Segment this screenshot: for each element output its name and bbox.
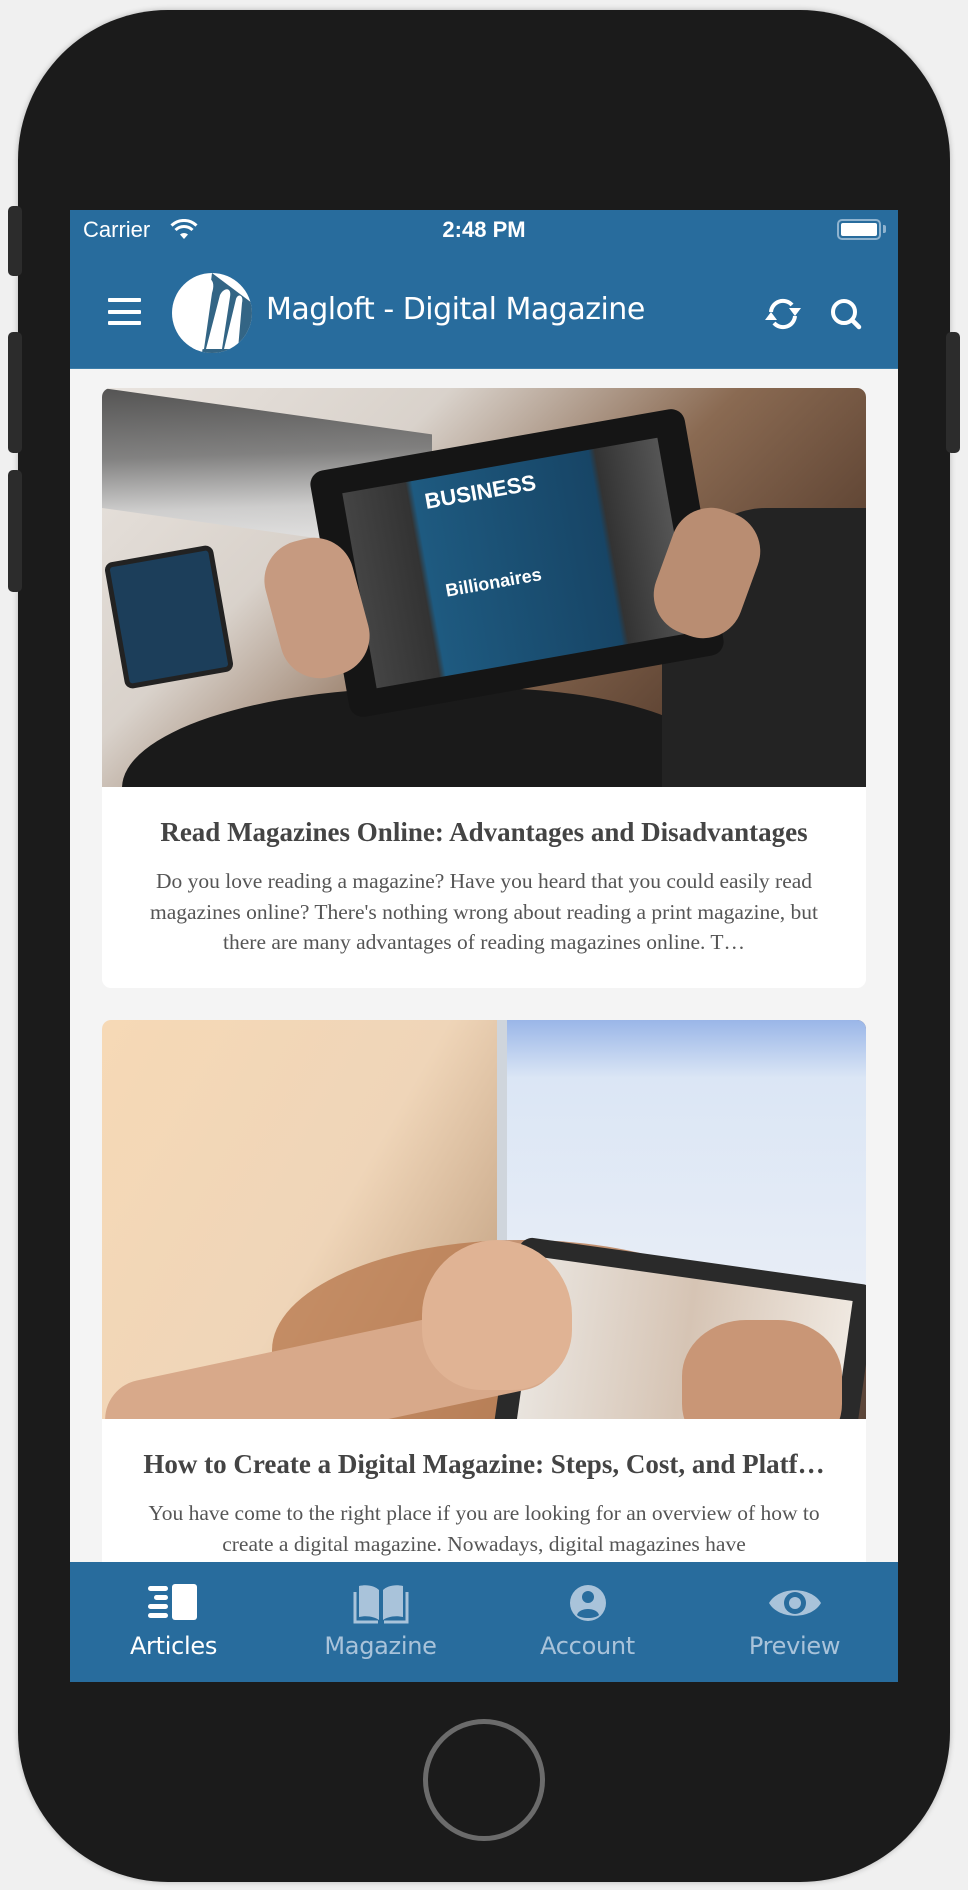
app-header: Magloft - Digital Magazine — [70, 250, 898, 369]
article-list[interactable]: BUSINESS Billionaires Read Magazines Onli… — [70, 370, 898, 1562]
refresh-icon — [765, 298, 801, 330]
article-card[interactable]: How to Create a Digital Magazine: Steps,… — [102, 1020, 866, 1562]
power-button — [946, 332, 960, 453]
article-image[interactable]: BUSINESS Billionaires — [102, 388, 866, 787]
home-button[interactable] — [423, 1719, 545, 1841]
article-title[interactable]: How to Create a Digital Magazine: Steps,… — [102, 1449, 866, 1480]
tab-label: Magazine — [324, 1632, 437, 1660]
battery-icon — [837, 219, 881, 240]
tab-label: Account — [540, 1632, 635, 1660]
app-title: Magloft - Digital Magazine — [266, 292, 645, 327]
bottom-tab-bar: Articles Magazine Account Preview — [70, 1562, 898, 1682]
article-excerpt: Do you love reading a magazine? Have you… — [150, 869, 818, 954]
clock: 2:48 PM — [442, 217, 526, 242]
app-screen: Carrier 2:48 PM Magloft - Digital Magazi… — [70, 210, 898, 1682]
battery-tip — [883, 225, 886, 233]
hamburger-menu-icon[interactable] — [108, 298, 141, 325]
account-icon — [569, 1585, 606, 1621]
tab-account[interactable]: Account — [484, 1562, 691, 1682]
tab-label: Articles — [129, 1632, 218, 1660]
tab-magazine[interactable]: Magazine — [277, 1562, 484, 1682]
volume-down-button — [8, 470, 22, 592]
article-image[interactable] — [102, 1020, 866, 1419]
search-icon — [831, 299, 862, 330]
tab-label: Preview — [748, 1632, 841, 1660]
tab-articles[interactable]: Articles — [70, 1562, 277, 1682]
tab-preview[interactable]: Preview — [691, 1562, 898, 1682]
refresh-button[interactable] — [763, 294, 803, 334]
eye-icon — [768, 1590, 821, 1616]
status-bar: Carrier 2:48 PM — [70, 210, 898, 250]
magloft-logo — [172, 273, 252, 353]
book-icon — [353, 1585, 408, 1624]
volume-up-button — [8, 332, 22, 453]
article-excerpt: You have come to the right place if you … — [148, 1501, 820, 1556]
search-button[interactable] — [825, 294, 865, 334]
article-card[interactable]: BUSINESS Billionaires Read Magazines Onli… — [102, 388, 866, 988]
article-title[interactable]: Read Magazines Online: Advantages and Di… — [102, 817, 866, 848]
mute-switch — [8, 206, 22, 276]
articles-icon — [147, 1584, 197, 1620]
